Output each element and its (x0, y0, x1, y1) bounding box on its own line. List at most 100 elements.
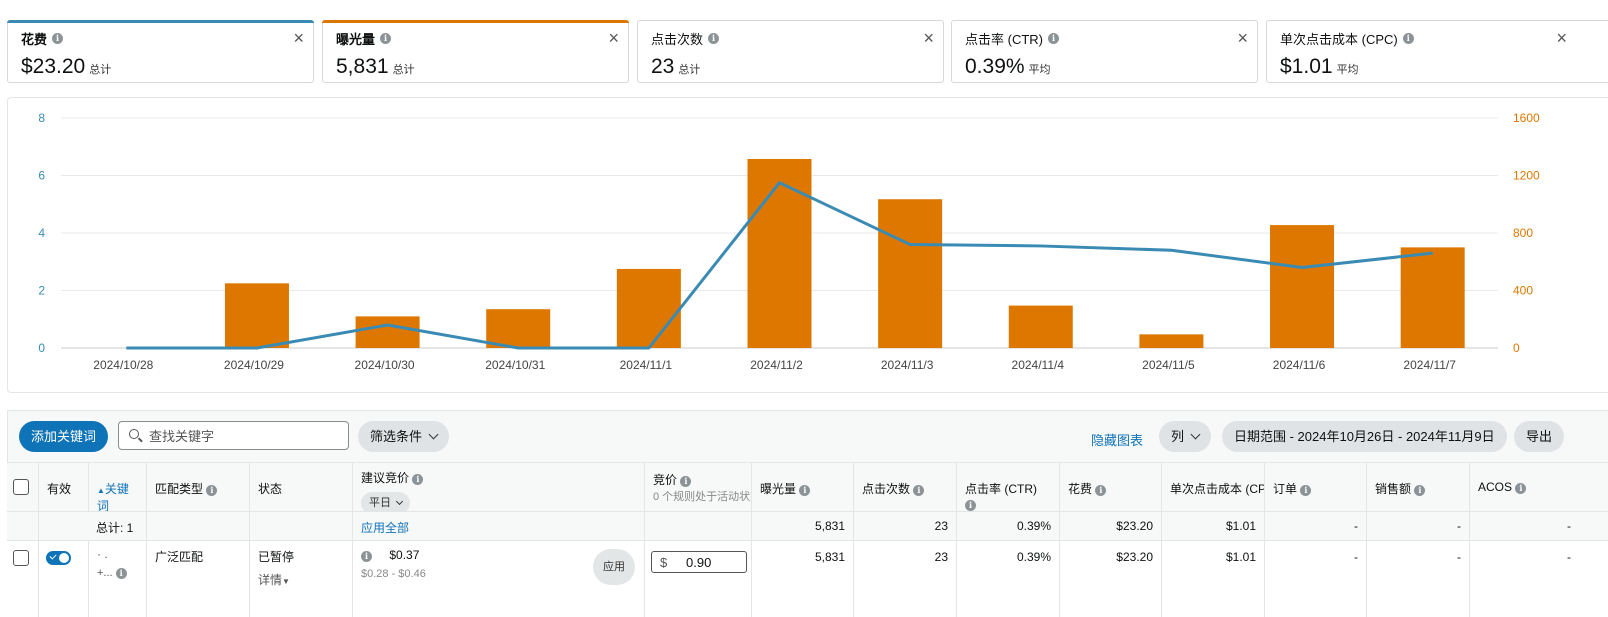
chevron-down-icon (1190, 429, 1201, 440)
total-impressions: 5,831 (751, 512, 853, 540)
metric-color-bar (7, 20, 314, 23)
info-icon[interactable]: i (1515, 483, 1527, 494)
info-icon[interactable]: i (708, 33, 720, 44)
bid-value: 0.90 (686, 555, 712, 570)
select-all-checkbox[interactable] (13, 479, 29, 495)
info-icon[interactable]: i (1414, 485, 1426, 496)
info-icon[interactable]: i (1300, 485, 1312, 496)
date-range-button[interactable]: 日期范围 - 2024年10月26日 - 2024年11月9日 (1222, 421, 1507, 452)
sort-up-icon: ▲ (97, 486, 105, 495)
header-bid[interactable]: 竞价 i 0 个规则处于活动状态 (644, 463, 751, 511)
metric-value: $1.01 (1280, 55, 1333, 78)
info-icon[interactable]: i (1048, 33, 1059, 44)
filter-button[interactable]: 筛选条件 (358, 421, 450, 452)
table-header-row: 有效 ▲关键词 匹配类型 i 状态 建议竞价 i 平日 竞价 i 0 个规则处于… (7, 462, 1608, 514)
export-button[interactable]: 导出 (1514, 421, 1565, 452)
combo-chart: 0 2 4 6 8 0 400 800 1200 1600 2024/10/28 2024/10/29… (38, 111, 1540, 372)
header-clicks-label: 点击次数 (862, 482, 911, 496)
header-ctr[interactable]: 点击率 (CTR) i (956, 463, 1059, 511)
info-icon[interactable]: i (115, 568, 127, 579)
total-orders: - (1264, 512, 1366, 540)
header-orders[interactable]: 订单 i (1264, 463, 1366, 511)
metric-value: 23 (651, 55, 675, 78)
hide-chart-link[interactable]: 隐藏图表 (1091, 430, 1143, 449)
header-match-type[interactable]: 匹配类型 i (146, 463, 249, 511)
bar-impressions (1400, 247, 1465, 348)
info-icon[interactable]: i (380, 33, 392, 44)
search-icon (129, 429, 139, 439)
info-icon[interactable]: i (52, 33, 64, 44)
close-icon[interactable]: × (923, 29, 934, 47)
info-icon[interactable]: i (1402, 33, 1414, 44)
header-active[interactable]: 有效 (38, 463, 88, 511)
info-icon[interactable]: i (206, 485, 218, 496)
status-details[interactable]: 详情▼ (258, 571, 344, 588)
add-keyword-button[interactable]: 添加关键词 (19, 421, 109, 452)
caret-down-icon: ▼ (282, 577, 290, 586)
bar-impressions (747, 158, 812, 348)
metric-title: 曝光量 (336, 32, 376, 47)
keyword-text: · . (97, 547, 108, 561)
metric-suffix: 总计 (392, 64, 415, 76)
keyword-more[interactable]: +... (97, 567, 113, 579)
keyword-cell[interactable]: · . +... i (88, 541, 146, 617)
bar-impressions (355, 316, 420, 348)
header-orders-label: 订单 (1273, 482, 1298, 496)
metric-card-cpc[interactable]: 单次点击成本 (CPC) i × $1.01 平均 (1266, 20, 1608, 83)
left-axis-tick-label: 8 (38, 111, 45, 125)
metric-card-clicks[interactable]: 点击次数 i × 23 总计 (637, 20, 944, 83)
columns-button[interactable]: 列 (1159, 421, 1212, 452)
total-acos: - (1469, 512, 1579, 540)
header-suggested-bid[interactable]: 建议竞价 i 平日 (352, 463, 644, 514)
close-icon[interactable]: × (608, 29, 619, 47)
metric-title: 点击次数 (651, 32, 704, 47)
info-icon[interactable]: i (1095, 485, 1107, 496)
header-spend[interactable]: 花费 i (1059, 463, 1161, 511)
apply-all-link[interactable]: 应用全部 (352, 512, 644, 540)
close-icon[interactable]: × (1556, 29, 1567, 47)
info-icon[interactable]: i (680, 476, 692, 487)
header-status[interactable]: 状态 (249, 463, 352, 511)
info-icon[interactable]: i (361, 551, 372, 562)
header-keyword[interactable]: ▲关键词 (88, 463, 146, 513)
bar-impressions (616, 268, 681, 348)
header-impressions[interactable]: 曝光量 i (751, 463, 853, 511)
left-axis-tick-label: 0 (38, 341, 45, 355)
metric-value: 0.39% (965, 55, 1025, 78)
total-clicks: 23 (853, 512, 956, 540)
table-row: · . +... i 广泛匹配 已暂停 详情▼ i $0.37 $0.28 - … (7, 540, 1608, 617)
close-icon[interactable]: × (1237, 29, 1248, 47)
metric-card-impressions[interactable]: 曝光量 i × 5,831 总计 (322, 20, 629, 83)
x-axis-tick-label: 2024/11/2 (750, 358, 803, 372)
close-icon[interactable]: × (293, 29, 304, 47)
info-icon[interactable]: i (412, 474, 424, 485)
header-impressions-label: 曝光量 (760, 482, 797, 496)
metric-card-spend[interactable]: 花费 i × $23.20 总计 (7, 20, 314, 83)
active-toggle[interactable] (46, 551, 71, 565)
header-cpc[interactable]: 单次点击成本 (CPC) (1161, 463, 1264, 511)
chevron-down-icon (428, 429, 439, 440)
x-axis-tick-label: 2024/10/28 (93, 358, 153, 372)
header-clicks[interactable]: 点击次数 i (853, 463, 956, 511)
total-sales: - (1366, 512, 1469, 540)
row-sales: - (1366, 541, 1469, 617)
metric-suffix: 总计 (678, 64, 701, 76)
metric-card-ctr[interactable]: 点击率 (CTR) i × 0.39% 平均 (951, 20, 1258, 83)
apply-bid-button[interactable]: 应用 (593, 549, 635, 585)
metric-value: 5,831 (336, 55, 389, 78)
row-checkbox[interactable] (13, 550, 29, 566)
info-icon[interactable]: i (965, 500, 976, 511)
info-icon[interactable]: i (913, 485, 925, 496)
header-acos[interactable]: ACOS i (1469, 463, 1608, 511)
bar-impressions (486, 309, 551, 348)
bid-input[interactable]: $ 0.90 (651, 551, 747, 573)
info-icon[interactable]: i (799, 485, 811, 496)
chevron-down-icon (395, 497, 404, 506)
status-details-label: 详情 (258, 573, 283, 587)
search-input[interactable] (149, 426, 339, 446)
search-box[interactable] (118, 421, 349, 450)
header-acos-label: ACOS (1478, 480, 1513, 494)
header-sales[interactable]: 销售额 i (1366, 463, 1469, 511)
x-axis-tick-label: 2024/10/30 (355, 358, 415, 372)
row-spend: $23.20 (1059, 541, 1161, 617)
